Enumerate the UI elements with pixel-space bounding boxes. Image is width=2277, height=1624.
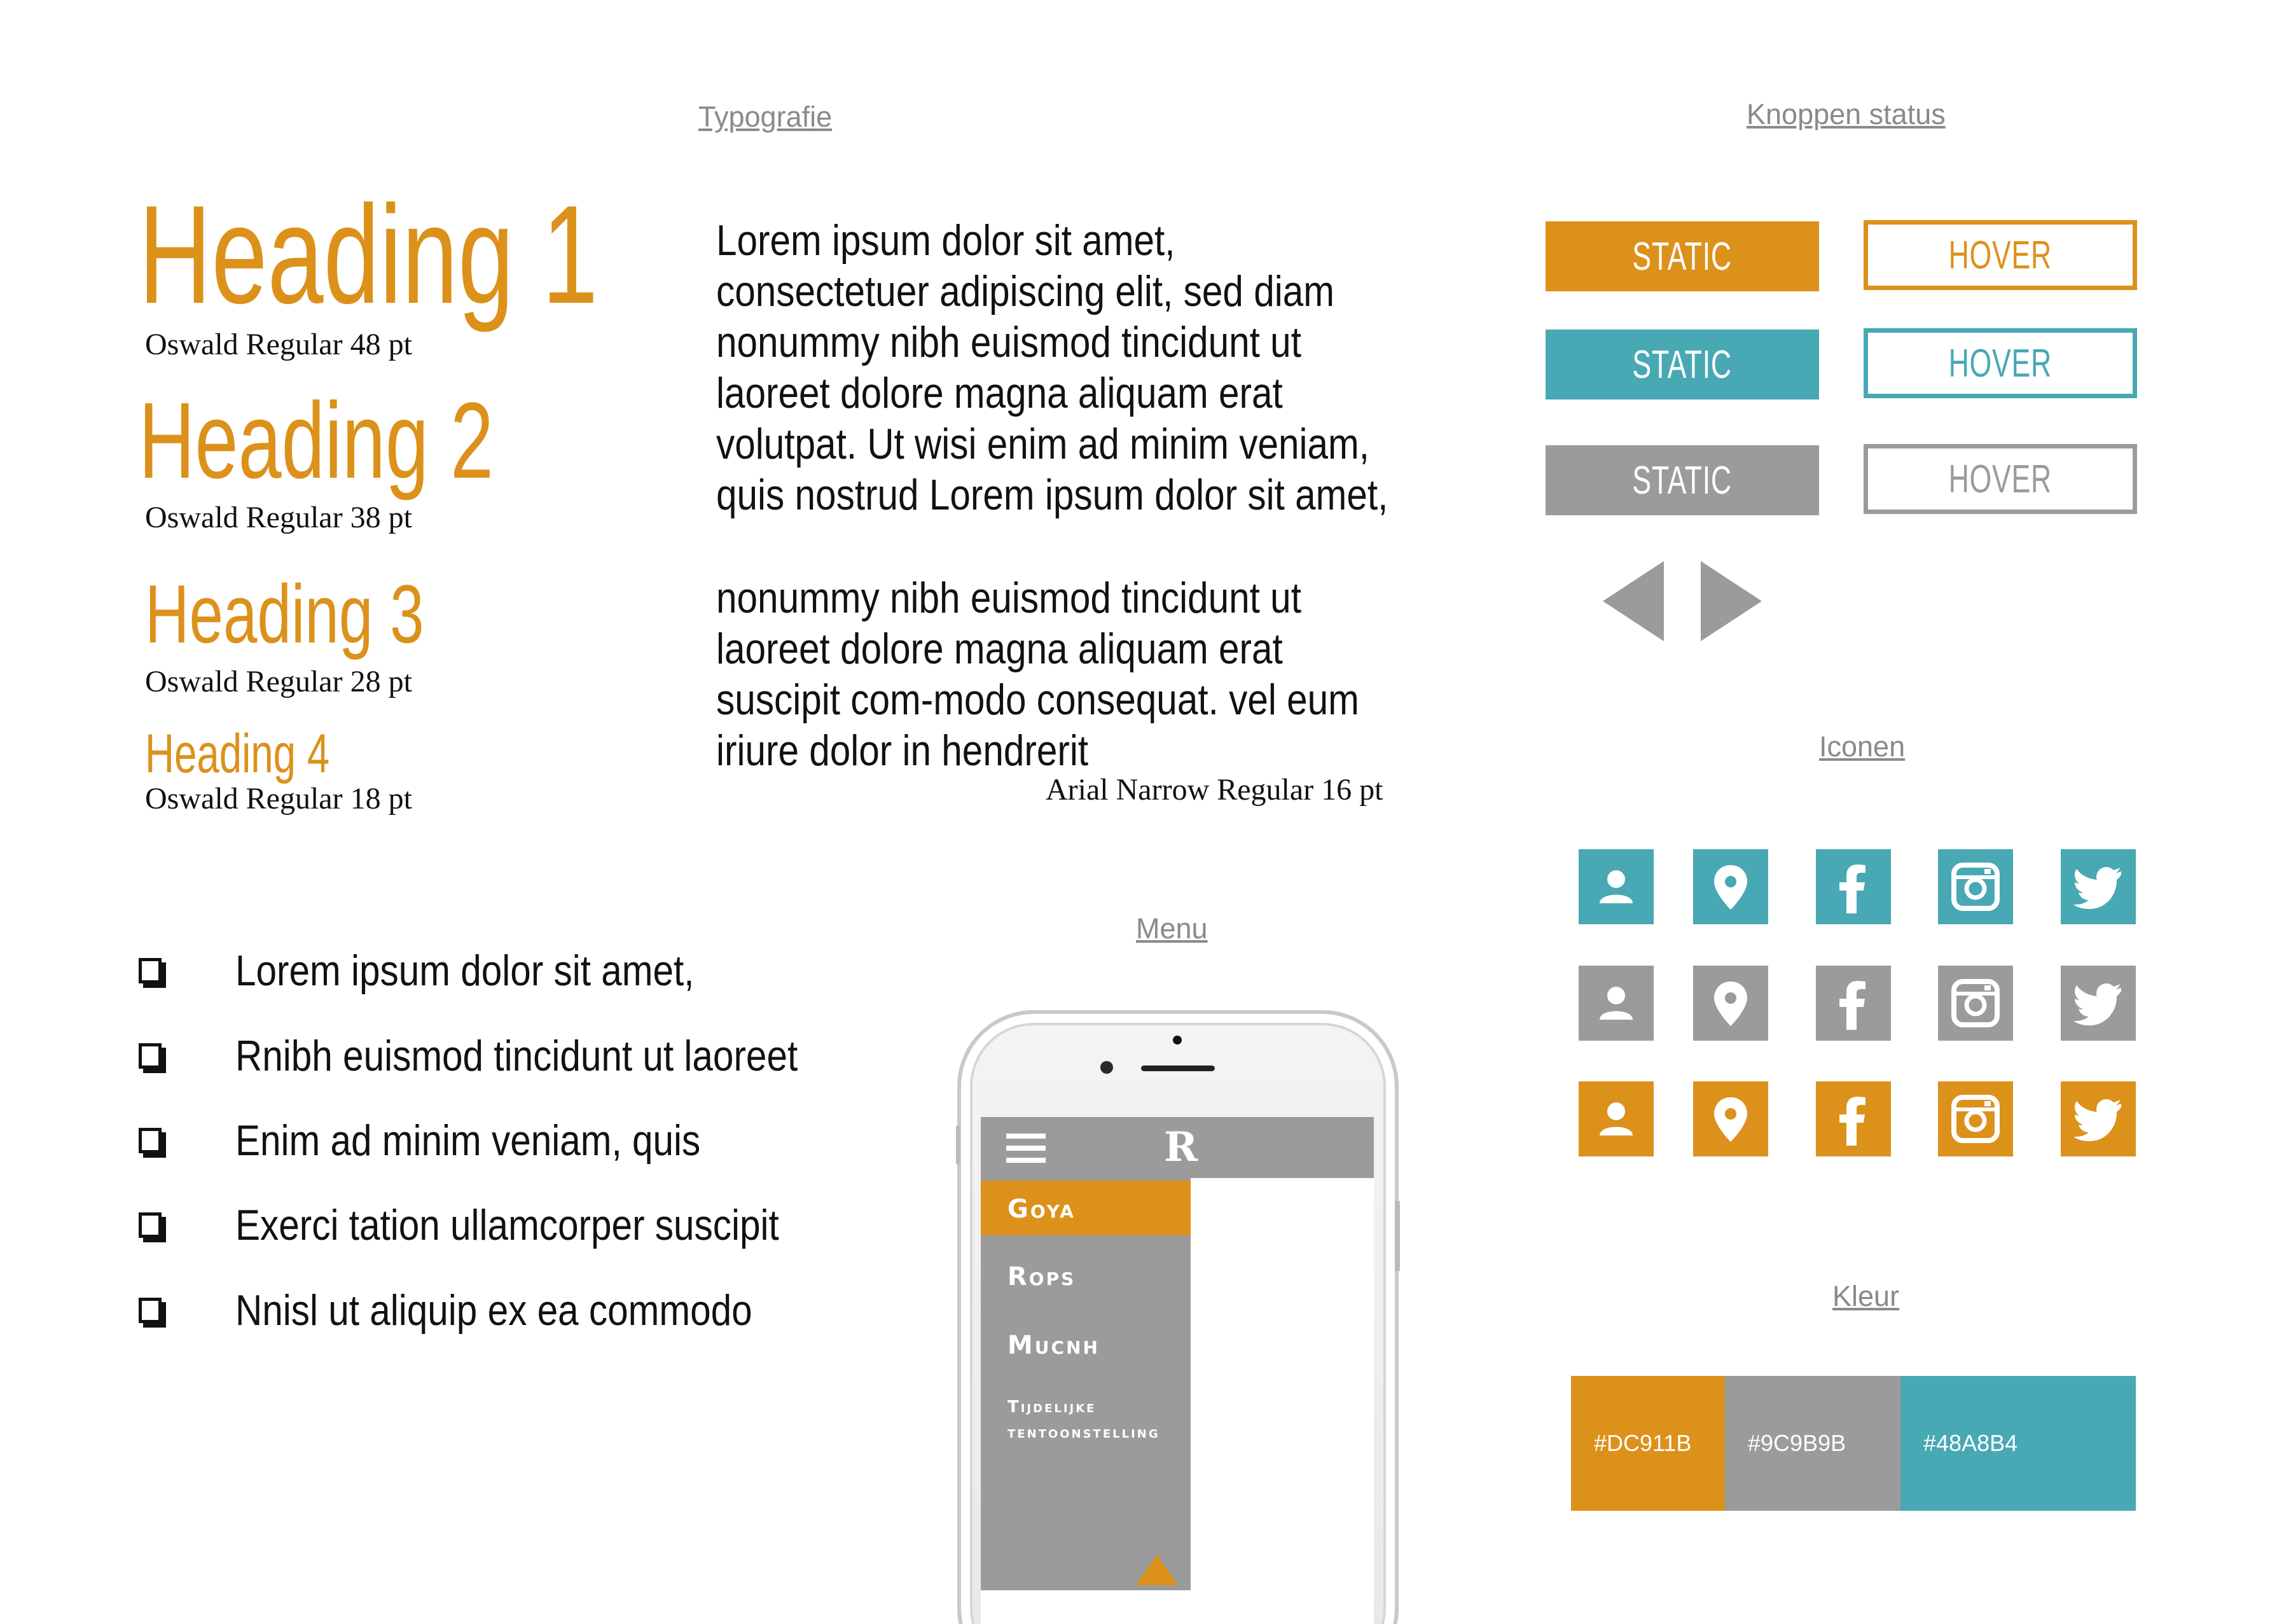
phone-side-button [1395, 1201, 1400, 1271]
instagram-icon[interactable] [1938, 1081, 2013, 1156]
twitter-icon[interactable] [2061, 1081, 2136, 1156]
color-swatch-label: #48A8B4 [1923, 1430, 2018, 1456]
facebook-icon[interactable] [1816, 849, 1891, 924]
hover-button-orange[interactable]: HOVER [1864, 220, 2137, 290]
button-label: STATIC [1632, 458, 1733, 503]
button-label: STATIC [1632, 234, 1733, 279]
arrow-right-icon[interactable] [1698, 561, 1762, 641]
static-button-teal[interactable]: STATIC [1546, 330, 1819, 399]
list-item: Rnibh euismod tincidunt ut laoreet [139, 1024, 889, 1088]
color-swatch-label: #9C9B9B [1748, 1430, 1846, 1456]
scroll-up-icon[interactable] [1136, 1555, 1178, 1585]
user-icon[interactable] [1579, 849, 1654, 924]
heading-3-caption: Oswald Regular 28 pt [145, 665, 412, 698]
list-item: Lorem ipsum dolor sit amet, [139, 939, 769, 1003]
location-pin-icon[interactable] [1693, 1081, 1768, 1156]
color-swatch-orange: #DC911B [1571, 1376, 1725, 1511]
button-label: HOVER [1948, 457, 2052, 501]
hamburger-menu-icon[interactable] [1006, 1134, 1046, 1163]
twitter-icon[interactable] [2061, 966, 2136, 1041]
body-paragraph-2: nonummy nibh euismod tincidunt ut laoree… [716, 574, 1359, 775]
phone-camera [1173, 1036, 1182, 1044]
phone-sensor [1100, 1061, 1113, 1074]
checkbox-icon [139, 958, 162, 983]
button-label: HOVER [1948, 341, 2052, 385]
app-logo[interactable]: R [1164, 1127, 1198, 1168]
typography-section-title[interactable]: Typografie [698, 101, 832, 134]
list-item: Exerci tation ullamcorper suscipit [139, 1193, 868, 1257]
user-icon[interactable] [1579, 1081, 1654, 1156]
facebook-icon[interactable] [1816, 1081, 1891, 1156]
color-swatch-gray: #9C9B9B [1725, 1376, 1900, 1511]
static-button-gray[interactable]: STATIC [1546, 445, 1819, 515]
twitter-icon[interactable] [2061, 849, 2136, 924]
heading-2-caption: Oswald Regular 38 pt [145, 501, 412, 534]
menu-item-goya[interactable]: Goya [981, 1195, 1191, 1224]
body-text-caption: Arial Narrow Regular 16 pt [1046, 773, 1383, 807]
location-pin-icon[interactable] [1693, 966, 1768, 1041]
instagram-icon[interactable] [1938, 966, 2013, 1041]
icons-section-title[interactable]: Iconen [1819, 730, 1905, 763]
button-label: STATIC [1632, 342, 1733, 387]
hover-button-gray[interactable]: HOVER [1864, 444, 2137, 514]
list-item-label: Exerci tation ullamcorper suscipit [235, 1201, 779, 1249]
heading-1-caption: Oswald Regular 48 pt [145, 328, 412, 361]
static-button-orange[interactable]: STATIC [1546, 221, 1819, 291]
body-paragraph-1: Lorem ipsum dolor sit amet, consectetuer… [716, 216, 1388, 519]
heading-2-sample: Heading 2 [139, 380, 494, 501]
checkbox-icon [139, 1298, 162, 1323]
location-pin-icon[interactable] [1693, 849, 1768, 924]
list-item-label: Rnibh euismod tincidunt ut laoreet [235, 1032, 798, 1080]
menu-item-mucnh[interactable]: Mucnh [981, 1331, 1191, 1360]
list-item-label: Lorem ipsum dolor sit amet, [235, 947, 695, 995]
color-section-title[interactable]: Kleur [1832, 1280, 1899, 1313]
buttons-section-title[interactable]: Knoppen status [1747, 98, 1946, 131]
checkbox-icon [139, 1128, 162, 1153]
button-label: HOVER [1948, 233, 2052, 277]
hover-button-teal[interactable]: HOVER [1864, 328, 2137, 398]
facebook-icon[interactable] [1816, 966, 1891, 1041]
heading-3-sample: Heading 3 [145, 567, 424, 660]
instagram-icon[interactable] [1938, 849, 2013, 924]
color-swatch-label: #DC911B [1594, 1430, 1692, 1456]
phone-speaker [1141, 1065, 1215, 1071]
color-swatch-teal: #48A8B4 [1900, 1376, 2136, 1511]
list-item-label: Nnisl ut aliquip ex ea commodo [235, 1286, 752, 1335]
menu-item-tijdelijke-tentoonstelling[interactable]: Tijdelijke tentoonstelling [981, 1394, 1191, 1445]
side-menu-panel [981, 1178, 1191, 1590]
checkbox-icon [139, 1043, 162, 1069]
heading-4-sample: Heading 4 [145, 723, 330, 784]
list-item-label: Enim ad minim veniam, quis [235, 1116, 701, 1165]
user-icon[interactable] [1579, 966, 1654, 1041]
phone-volume-button [956, 1126, 960, 1164]
menu-item-rops[interactable]: Rops [981, 1262, 1191, 1291]
menu-section-title[interactable]: Menu [1136, 912, 1208, 945]
list-item: Enim ad minim veniam, quis [139, 1109, 776, 1172]
heading-1-sample: Heading 1 [139, 176, 599, 333]
checkbox-icon [139, 1212, 162, 1238]
arrow-left-icon[interactable] [1603, 561, 1666, 641]
heading-4-caption: Oswald Regular 18 pt [145, 782, 412, 815]
list-item: Nnisl ut aliquip ex ea commodo [139, 1279, 836, 1342]
